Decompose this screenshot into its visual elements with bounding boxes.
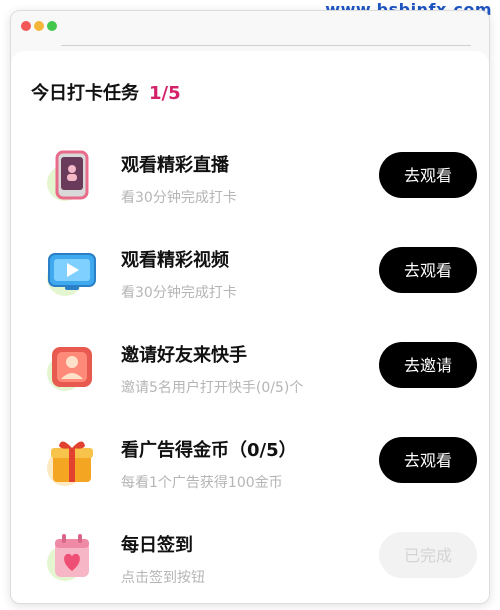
task-description: 点击签到按钮 bbox=[121, 570, 205, 586]
task-progress-count: 1/5 bbox=[149, 83, 181, 104]
page-title-text: 今日打卡任务 bbox=[31, 83, 139, 104]
task-panel: 今日打卡任务 1/5 观看精彩直播 看30分钟完成打卡 去观看 观看精彩视频 看… bbox=[11, 51, 489, 603]
task-description: 每看1个广告获得100金币 bbox=[121, 475, 283, 491]
task-description: 看30分钟完成打卡 bbox=[121, 190, 237, 206]
task-item-checkin: 每日签到 点击签到按钮 已完成 bbox=[11, 521, 489, 603]
task-title: 看广告得金币（0/5） bbox=[121, 440, 297, 461]
task-item-ads: 看广告得金币（0/5） 每看1个广告获得100金币 去观看 bbox=[11, 426, 489, 521]
task-title: 每日签到 bbox=[121, 535, 193, 556]
video-play-icon bbox=[43, 242, 101, 300]
maximize-window-button[interactable] bbox=[47, 21, 57, 31]
task-title: 邀请好友来快手 bbox=[121, 345, 247, 366]
minimize-window-button[interactable] bbox=[34, 21, 44, 31]
task-item-invite: 邀请好友来快手 邀请5名用户打开快手(0/5)个 去邀请 bbox=[11, 331, 489, 426]
task-title: 观看精彩视频 bbox=[121, 250, 229, 271]
task-title: 观看精彩直播 bbox=[121, 155, 229, 176]
phone-live-icon bbox=[43, 147, 101, 205]
address-bar bbox=[61, 45, 471, 46]
watch-ads-button[interactable]: 去观看 bbox=[379, 437, 477, 483]
watch-live-button[interactable]: 去观看 bbox=[379, 152, 477, 198]
gift-box-icon bbox=[43, 432, 101, 490]
checkin-completed-button[interactable]: 已完成 bbox=[379, 532, 477, 578]
calendar-heart-icon bbox=[43, 527, 101, 585]
close-window-button[interactable] bbox=[21, 21, 31, 31]
app-window: 今日打卡任务 1/5 观看精彩直播 看30分钟完成打卡 去观看 观看精彩视频 看… bbox=[10, 10, 490, 604]
page-title: 今日打卡任务 1/5 bbox=[31, 79, 181, 105]
task-description: 邀请5名用户打开快手(0/5)个 bbox=[121, 380, 304, 396]
watch-video-button[interactable]: 去观看 bbox=[379, 247, 477, 293]
task-item-video: 观看精彩视频 看30分钟完成打卡 去观看 bbox=[11, 236, 489, 331]
task-description: 看30分钟完成打卡 bbox=[121, 285, 237, 301]
user-invite-icon bbox=[43, 337, 101, 395]
task-item-live: 观看精彩直播 看30分钟完成打卡 去观看 bbox=[11, 141, 489, 236]
invite-friends-button[interactable]: 去邀请 bbox=[379, 342, 477, 388]
window-titlebar bbox=[11, 11, 489, 41]
